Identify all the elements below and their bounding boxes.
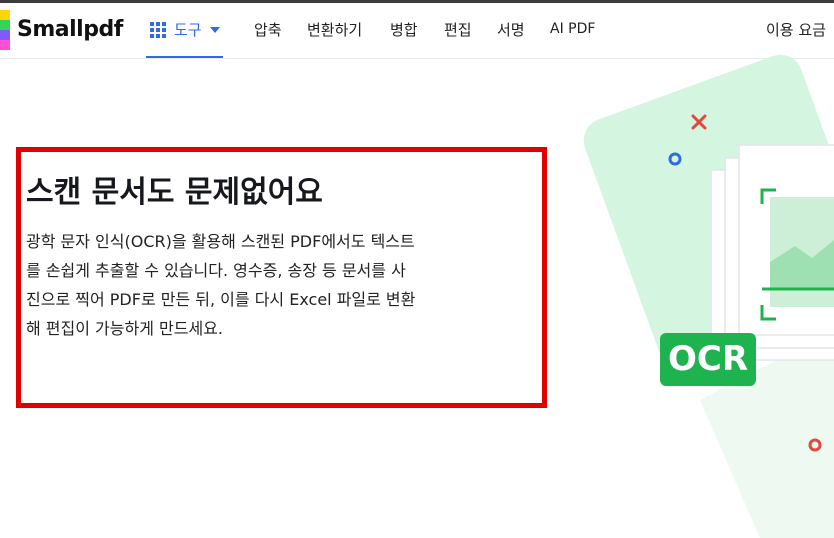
description-line: 광학 문자 인식(OCR)을 활용해 스캔된 PDF에서도 텍스트 [26,232,415,251]
nav-item-compress[interactable]: 압축 [254,19,282,40]
description-line: 진으로 찍어 PDF로 만든 뒤, 이를 다시 Excel 파일로 변환 [26,290,416,309]
hero-headline: 스캔 문서도 문제없어요 [26,175,323,210]
nav-item-merge[interactable]: 병합 [390,19,418,40]
ocr-badge: OCR [660,333,756,386]
nav-item-convert[interactable]: 변환하기 [307,19,362,40]
brand-logo-text[interactable]: Smallpdf [17,17,123,42]
nav-item-ai-pdf[interactable]: AI PDF [550,21,595,37]
chevron-down-icon [210,27,220,33]
nav-item-edit[interactable]: 편집 [444,19,472,40]
description-line: 를 손쉽게 추출할 수 있습니다. 영수증, 송장 등 문서를 사 [26,261,406,280]
smallpdf-logo-icon[interactable] [0,10,10,50]
tools-menu-button[interactable]: 도구 [146,3,223,58]
hero-description: 광학 문자 인식(OCR)을 활용해 스캔된 PDF에서도 텍스트 를 손쉽게 … [26,227,446,343]
description-line: 해 편집이 가능하게 만드세요. [26,319,223,338]
nav-item-pricing[interactable]: 이용 요금 [766,19,826,40]
top-navigation: Smallpdf 도구 압축 변환하기 병합 편집 서명 AI PDF 이용 요… [0,3,834,59]
nav-item-sign[interactable]: 서명 [497,19,525,40]
tools-label: 도구 [174,21,202,39]
grid-icon [150,22,166,38]
